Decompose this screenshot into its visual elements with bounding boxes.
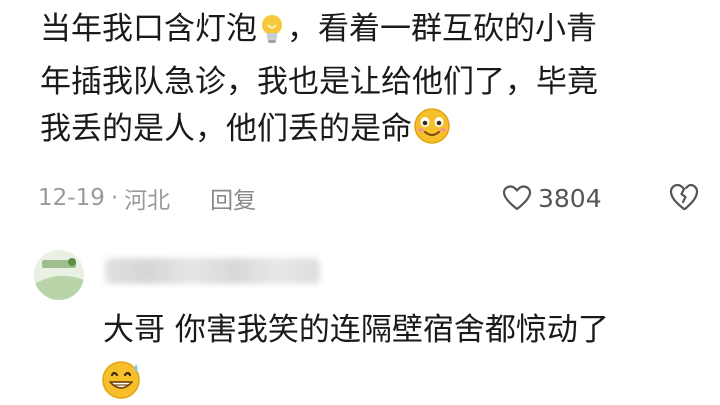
comment-date: 12-19 [38,185,105,211]
like-count: 3804 [538,183,602,213]
reply-text: 大哥 你害我笑的连隔壁宿舍都惊动了 [103,312,609,348]
bulb-emoji-icon [257,12,287,59]
avatar[interactable] [34,250,84,300]
comment-line3: 我丢的是人，他们丢的是命 [40,111,412,147]
grinning-sweat-emoji-icon [100,358,144,404]
username-blurred[interactable] [105,258,320,284]
comment-location: 河北 [124,188,171,214]
reply-button[interactable]: 回复 [210,181,256,215]
comment-line1-rest: ，看着一群互砍的小青 [287,11,597,47]
comment-line2: 年插我队急诊，我也是让给他们了，毕竟 [40,64,598,100]
comment-line1: 当年我口含灯泡 [40,11,257,47]
broken-heart-icon[interactable] [668,182,700,216]
like-button[interactable]: 3804 [502,178,602,218]
smiling-face-emoji-icon [412,107,452,159]
comment-meta: 12-19 · 河北 回复 [38,178,256,218]
meta-separator: · [110,185,119,211]
comment-body: 当年我口含灯泡 ，看着一群互砍的小青 年插我队急诊，我也是让给他们了，毕竟 我丢… [40,6,700,159]
heart-icon [502,185,532,211]
